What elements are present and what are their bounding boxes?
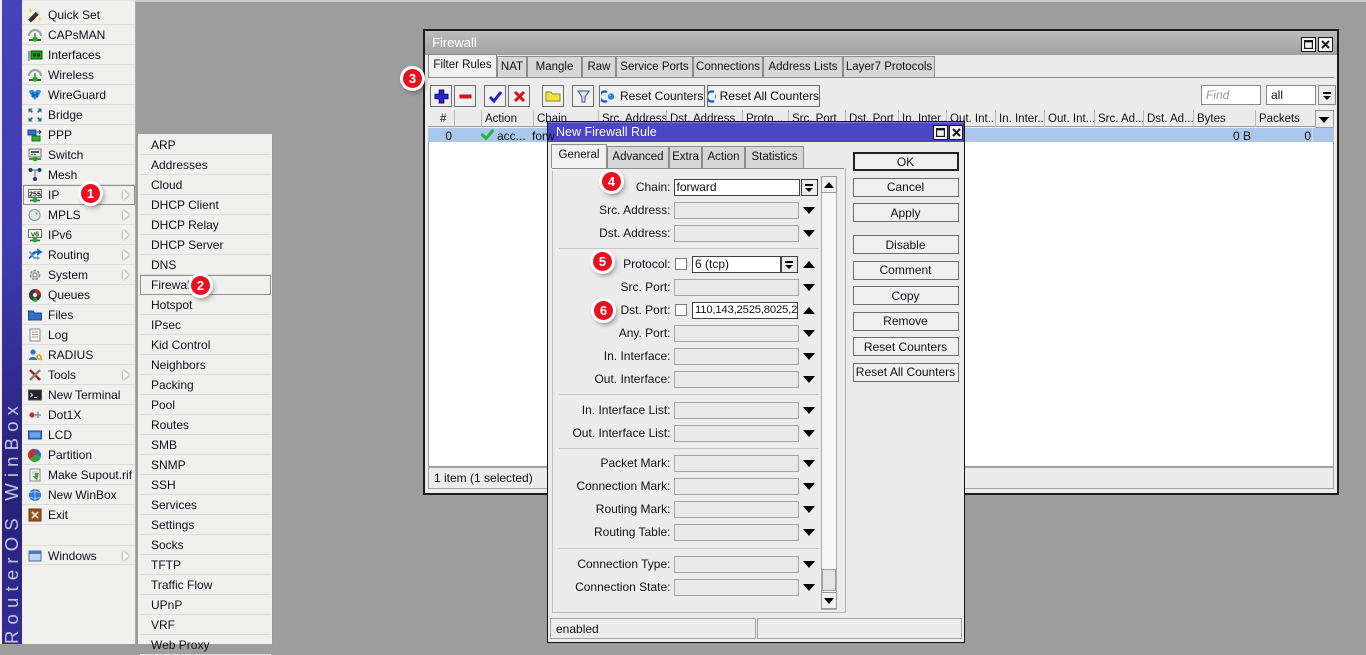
svg-text:255: 255	[29, 192, 41, 199]
svg-text:v6: v6	[31, 230, 39, 239]
